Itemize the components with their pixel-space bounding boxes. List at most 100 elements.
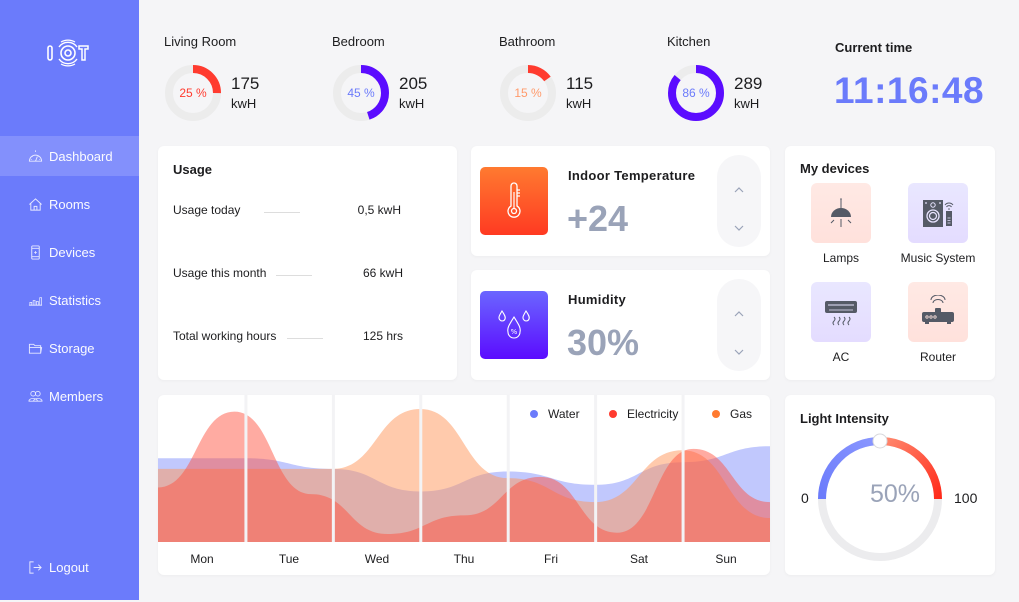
consumption-chart-card: Water Electricity Gas Mon Tue Wed Thu Fr…	[158, 395, 770, 575]
usage-card: Usage Usage today 0,5 kwH Usage this mon…	[158, 146, 457, 380]
humidity-drops-icon: %	[498, 309, 530, 339]
sidebar-item-statistics[interactable]: Statistics	[0, 280, 139, 320]
sidebar-item-label: Statistics	[49, 292, 102, 308]
room-percent: 45 %	[347, 86, 375, 100]
temperature-tile	[480, 167, 548, 235]
folder-icon	[28, 343, 43, 354]
legend-label: Gas	[730, 407, 753, 421]
sidebar-item-dashboard[interactable]: Dashboard	[0, 136, 139, 176]
room-unit: kwH	[734, 96, 760, 111]
legend-item-gas[interactable]: Gas	[712, 407, 752, 421]
usage-row-label: Total working hours	[173, 329, 277, 343]
x-tick-label: Sat	[629, 552, 648, 566]
my-devices-title: My devices	[800, 161, 870, 176]
legend-dot-water	[530, 410, 538, 418]
humidity-decrease-button[interactable]	[717, 337, 761, 367]
sidebar-item-rooms[interactable]: Rooms	[0, 184, 139, 224]
room-value: 175	[231, 74, 260, 93]
device-tile	[908, 282, 968, 342]
speaker-icon	[923, 200, 954, 227]
light-min-label: 0	[801, 490, 809, 506]
room-unit: kwH	[399, 96, 425, 111]
device-ac[interactable]: AC	[796, 282, 886, 364]
device-router[interactable]: Router	[893, 282, 983, 364]
device-label: AC	[832, 350, 850, 364]
sidebar-item-devices[interactable]: Devices	[0, 232, 139, 272]
humidity-card: % Humidity 30%	[471, 270, 770, 380]
thermometer-icon	[507, 182, 521, 218]
lamp-icon	[830, 198, 852, 227]
usage-row-value: 0,5 kwH	[357, 203, 401, 217]
usage-divider	[276, 275, 312, 276]
legend-label: Electricity	[627, 407, 679, 421]
humidity-tile: %	[480, 291, 548, 359]
room-percent: 25 %	[179, 86, 207, 100]
humidity-increase-button[interactable]	[717, 299, 761, 329]
device-tile	[811, 282, 871, 342]
legend-item-water[interactable]: Water	[530, 407, 580, 421]
current-time-label: Current time	[835, 40, 913, 55]
temperature-increase-button[interactable]	[717, 175, 761, 205]
temperature-stepper	[717, 155, 761, 247]
room-name: Living Room	[164, 34, 237, 49]
device-music-system[interactable]: Music System	[893, 183, 983, 265]
day-separator	[244, 395, 248, 542]
logout-icon	[29, 560, 42, 574]
room-stat-bathroom: Bathroom 15 % 115 kwH	[499, 34, 649, 134]
device-tile	[811, 183, 871, 243]
room-percent: 15 %	[514, 86, 542, 100]
temperature-title: Indoor Temperature	[568, 168, 696, 183]
sidebar: Dashboard Rooms Devices Statistics Stora…	[0, 0, 139, 600]
usage-row-value: 66 kwH	[362, 266, 403, 280]
room-stat-kitchen: Kitchen 86 % 289 kwH	[667, 34, 817, 134]
room-unit: kwH	[231, 96, 257, 111]
usage-title: Usage	[173, 162, 213, 177]
home-icon	[29, 197, 42, 211]
humidity-title: Humidity	[568, 292, 627, 307]
sidebar-item-storage[interactable]: Storage	[0, 328, 139, 368]
x-tick-label: Tue	[278, 552, 300, 566]
current-time-value: 11:16:48	[834, 70, 985, 111]
logout-button[interactable]: Logout	[0, 547, 139, 587]
legend-label: Water	[548, 407, 580, 421]
x-tick-label: Wed	[364, 552, 390, 566]
chevron-up-icon	[734, 187, 744, 193]
sidebar-item-label: Dashboard	[49, 148, 113, 164]
temperature-card: Indoor Temperature +24	[471, 146, 770, 256]
sidebar-item-label: Members	[49, 388, 104, 404]
humidity-value: 30%	[567, 322, 640, 363]
logout-label: Logout	[49, 559, 89, 575]
day-separator	[506, 395, 510, 542]
router-icon	[922, 295, 954, 324]
legend-item-electricity[interactable]: Electricity	[609, 407, 678, 421]
gauge-knob-handle[interactable]	[872, 433, 888, 449]
light-max-label: 100	[954, 490, 978, 506]
room-name: Bathroom	[499, 34, 556, 49]
svg-text:%: %	[511, 328, 518, 336]
day-separator	[681, 395, 685, 542]
chevron-down-icon	[734, 349, 744, 355]
room-value: 115	[566, 74, 594, 93]
day-separator	[331, 395, 335, 542]
sidebar-item-label: Rooms	[49, 196, 91, 212]
usage-divider	[287, 338, 323, 339]
room-name: Bedroom	[332, 34, 385, 49]
temperature-decrease-button[interactable]	[717, 213, 761, 243]
legend-dot-gas	[712, 410, 720, 418]
usage-row-value: 125 hrs	[362, 329, 403, 343]
phone-device-icon	[31, 244, 40, 260]
humidity-stepper	[717, 279, 761, 371]
usage-row-label: Usage today	[173, 203, 241, 217]
chevron-down-icon	[734, 225, 744, 231]
device-lamps[interactable]: Lamps	[796, 183, 886, 265]
room-percent: 86 %	[682, 86, 710, 100]
chevron-up-icon	[734, 311, 744, 317]
room-stat-living-room: Living Room 25 % 175 kwH	[164, 34, 314, 134]
members-icon	[28, 390, 43, 402]
device-label: Router	[919, 350, 957, 364]
room-name: Kitchen	[667, 34, 711, 49]
usage-row-label: Usage this month	[173, 266, 267, 280]
x-tick-label: Sun	[715, 552, 737, 566]
x-tick-label: Mon	[190, 552, 214, 566]
sidebar-item-members[interactable]: Members	[0, 376, 139, 416]
